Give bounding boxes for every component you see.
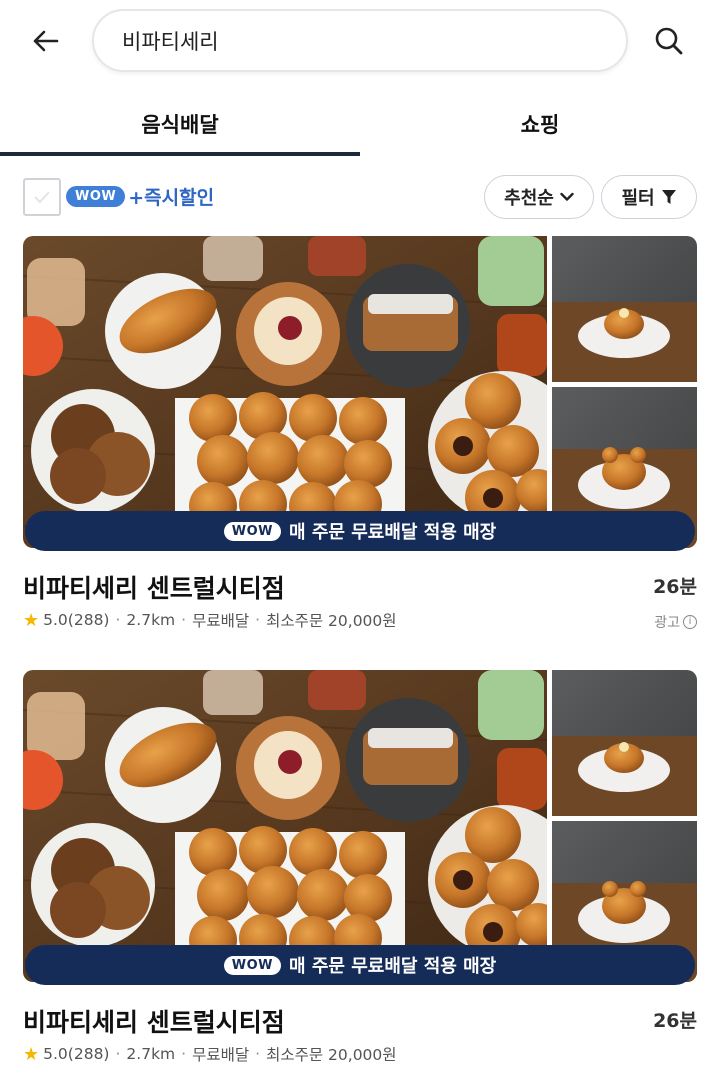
filter-row: WOW +즉시할인 추천순 필터 — [0, 172, 720, 224]
search-bar[interactable] — [92, 9, 628, 72]
review-count: (288) — [67, 611, 110, 629]
distance: 2.7km — [126, 1045, 176, 1063]
check-icon — [34, 191, 50, 204]
filter-label: 필터 — [621, 188, 655, 209]
wow-discount-checkbox[interactable] — [23, 178, 61, 216]
separator: · — [255, 611, 261, 629]
promo-text: 매 주문 무료배달 적용 매장 — [289, 956, 497, 977]
star-icon: ★ — [23, 1043, 40, 1065]
wow-badge: WOW — [66, 186, 126, 207]
star-icon: ★ — [23, 609, 40, 631]
store-card[interactable]: WOW 매 주문 무료배달 적용 매장 비파티세리 센트럴시티점 26분 ★ 5… — [0, 670, 720, 1083]
free-delivery-banner: WOW 매 주문 무료배달 적용 매장 — [25, 945, 695, 985]
search-button[interactable] — [648, 20, 690, 62]
rating: 5.0 — [43, 1045, 68, 1063]
review-count: (288) — [67, 1045, 110, 1063]
min-order: 최소주문 20,000원 — [266, 612, 397, 630]
wow-discount-filter[interactable]: WOW +즉시할인 — [66, 183, 214, 210]
min-order: 최소주문 20,000원 — [266, 1046, 397, 1064]
store-main-photo — [23, 670, 547, 982]
distance: 2.7km — [126, 611, 176, 629]
free-delivery-banner: WOW 매 주문 무료배달 적용 매장 — [25, 511, 695, 551]
tab-food-delivery[interactable]: 음식배달 — [0, 90, 360, 158]
delivery-time: 26분 — [653, 1010, 697, 1032]
top-bar — [0, 0, 720, 82]
back-button[interactable] — [26, 22, 66, 60]
store-meta: ★ 5.0 (288) · 2.7km · 무료배달 · 최소주문 20,000… — [23, 1043, 397, 1065]
wow-badge: WOW — [223, 955, 281, 975]
delivery-fee: 무료배달 — [192, 1046, 250, 1064]
promo-text: 매 주문 무료배달 적용 매장 — [289, 522, 497, 543]
sort-label: 추천순 — [504, 188, 554, 209]
delivery-fee: 무료배달 — [192, 612, 250, 630]
store-main-photo — [23, 236, 547, 548]
store-card[interactable]: WOW 매 주문 무료배달 적용 매장 비파티세리 센트럴시티점 26분 ★ 5… — [0, 236, 720, 656]
store-meta: ★ 5.0 (288) · 2.7km · 무료배달 · 최소주문 20,000… — [23, 609, 397, 631]
store-name: 비파티세리 센트럴시티점 — [23, 1008, 285, 1037]
chevron-down-icon — [560, 192, 574, 201]
search-icon — [655, 27, 683, 55]
rating: 5.0 — [43, 611, 68, 629]
filter-button[interactable]: 필터 — [601, 175, 697, 219]
separator: · — [181, 611, 187, 629]
sort-dropdown[interactable]: 추천순 — [484, 175, 594, 219]
funnel-icon — [661, 190, 676, 204]
instant-discount-label: +즉시할인 — [128, 187, 215, 209]
separator: · — [115, 1045, 121, 1063]
store-name: 비파티세리 센트럴시티점 — [23, 574, 285, 603]
category-tabs: 음식배달 쇼핑 — [0, 90, 720, 158]
active-tab-indicator — [0, 152, 360, 156]
separator: · — [181, 1045, 187, 1063]
delivery-time: 26분 — [653, 576, 697, 598]
separator: · — [115, 611, 121, 629]
ad-label[interactable]: 광고 i — [654, 612, 697, 632]
info-icon: i — [683, 615, 697, 629]
tab-shopping[interactable]: 쇼핑 — [360, 90, 720, 158]
store-side-photo — [552, 236, 697, 382]
separator: · — [255, 1045, 261, 1063]
arrow-left-icon — [33, 30, 59, 52]
ad-text: 광고 — [654, 615, 680, 631]
wow-badge: WOW — [223, 521, 281, 541]
search-input[interactable] — [122, 28, 582, 53]
store-side-photo — [552, 670, 697, 816]
